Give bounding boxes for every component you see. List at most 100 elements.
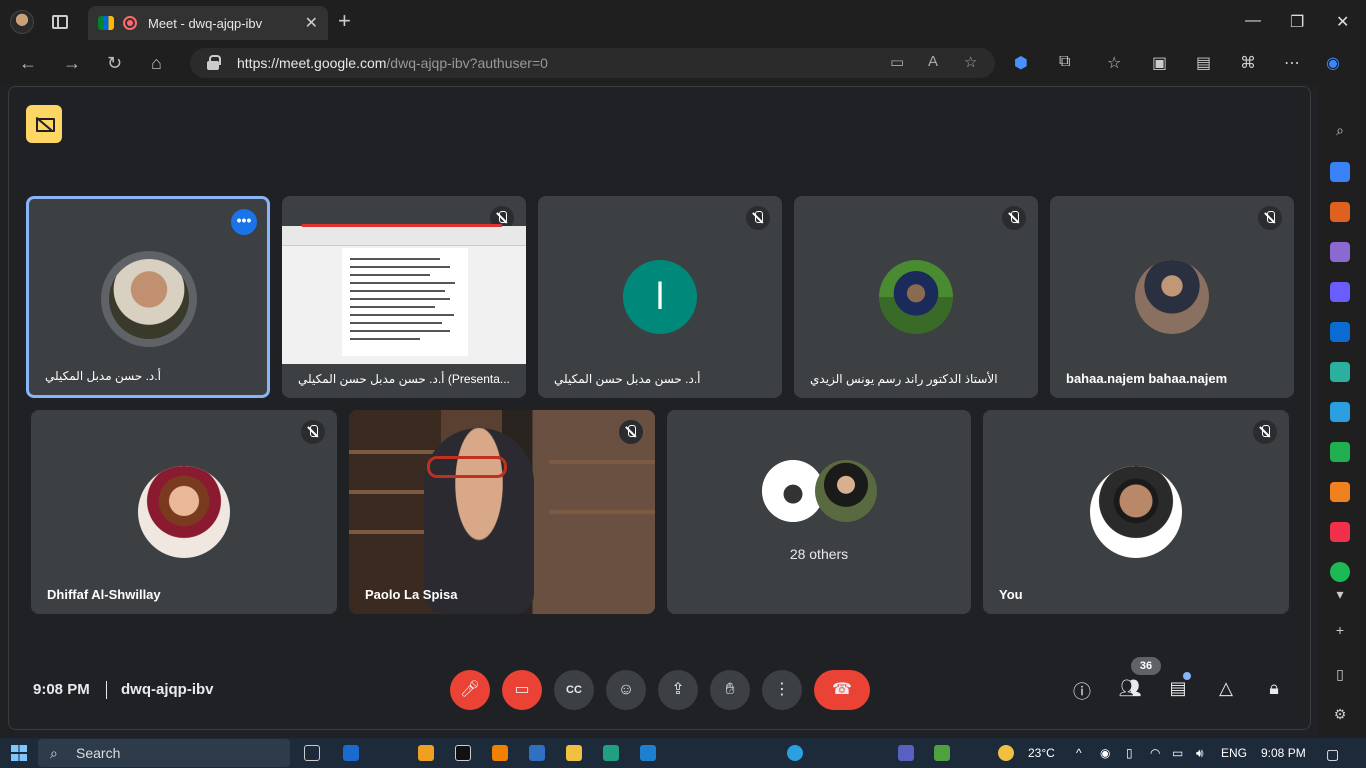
close-window-icon[interactable]: ✕ <box>1336 12 1349 32</box>
telegram-icon[interactable] <box>787 745 803 761</box>
photos-icon[interactable] <box>934 745 950 761</box>
spotify-icon[interactable] <box>1330 562 1350 582</box>
tab-meet[interactable]: Meet - dwq-ajqp-ibv ✕ <box>88 6 328 40</box>
notification-icon[interactable]: ▢ <box>1326 746 1339 763</box>
volume-icon[interactable]: 🔊︎ <box>1196 746 1204 761</box>
meeting-controls: 9:08 PM dwq-ajqp-ibv 🎤︎ ▭ CC ☺ ⇪ ✋︎ ⋮ ☎︎… <box>9 647 1310 729</box>
pycharm-icon[interactable] <box>455 745 471 761</box>
input-language[interactable]: ENG <box>1221 746 1247 760</box>
extensions-icon[interactable]: ⧉ <box>1059 53 1070 71</box>
raise-hand-button[interactable]: ✋︎ <box>710 670 750 710</box>
meet-share-icon[interactable]: ▯ <box>1126 746 1133 760</box>
camera-icon[interactable]: ▭ <box>890 53 904 71</box>
shopping-icon[interactable] <box>1330 162 1350 182</box>
profile-avatar[interactable] <box>10 10 34 34</box>
tools-icon[interactable] <box>1330 202 1350 222</box>
search-icon[interactable]: ⌕ <box>1330 120 1350 140</box>
maximize-icon[interactable]: ❐ <box>1290 12 1304 32</box>
outlook-icon[interactable] <box>1330 322 1350 342</box>
participant-tile-presentation[interactable]: أ.د. حسن مدبل حسن المكيلي (Presenta... <box>282 196 526 398</box>
collections-icon[interactable]: ▣ <box>1152 53 1167 73</box>
activities-icon[interactable]: △ <box>1214 678 1238 699</box>
app-icon[interactable] <box>898 745 914 761</box>
copilot-icon[interactable]: ◉ <box>1326 53 1340 73</box>
read-aloud-icon[interactable]: A <box>928 53 938 70</box>
meet-favicon-icon <box>98 16 114 30</box>
others-tile[interactable]: 28 others <box>667 410 971 614</box>
mic-off-icon <box>1253 420 1277 444</box>
sidebar-toggle-icon[interactable]: ▯ <box>1330 664 1350 684</box>
share-icon[interactable]: ⌘ <box>1240 53 1256 73</box>
url-text[interactable]: https://meet.google.com/dwq-ajqp-ibv?aut… <box>237 55 548 71</box>
mic-toggle-button[interactable]: 🎤︎ <box>450 670 490 710</box>
taskbar-clock[interactable]: 9:08 PM <box>1261 746 1306 760</box>
more-options-button[interactable]: ••• <box>231 209 257 235</box>
avatar <box>815 460 877 522</box>
participant-tile[interactable]: bahaa.najem bahaa.najem <box>1050 196 1294 398</box>
windows-taskbar: ⌕ Search 23°C ^ ◉ ▯ ◠ ▭ 🔊︎ ENG 9:08 PM ▢ <box>0 738 1366 768</box>
microsoft365-icon[interactable] <box>1330 282 1350 302</box>
tab-actions-icon[interactable] <box>52 15 68 29</box>
deezer-icon[interactable] <box>1330 482 1350 502</box>
video-off-notice-icon[interactable] <box>26 105 62 143</box>
more-options-button[interactable]: ⋮ <box>762 670 802 710</box>
meeting-details-icon[interactable]: ⓘ <box>1070 678 1094 704</box>
participant-tile[interactable]: الأستاذ الدكتور راند رسم يونس الزيدي <box>794 196 1038 398</box>
chevron-up-icon[interactable]: ^ <box>1076 746 1082 760</box>
designer-icon[interactable] <box>1330 362 1350 382</box>
files-icon[interactable] <box>418 745 434 761</box>
present-button[interactable]: ⇪ <box>658 670 698 710</box>
edge-icon[interactable] <box>603 745 619 761</box>
vlc-icon[interactable] <box>492 745 508 761</box>
forward-icon[interactable]: → <box>63 53 81 74</box>
participant-tile[interactable]: ا أ.د. حسن مدبل حسن المكيلي <box>538 196 782 398</box>
record-icon[interactable]: ◉ <box>1100 746 1110 760</box>
settings-more-icon[interactable]: ⋯ <box>1284 53 1300 73</box>
wifi-icon[interactable]: ◠ <box>1150 746 1160 760</box>
weather-icon[interactable] <box>998 745 1014 761</box>
minimize-icon[interactable]: — <box>1245 12 1261 30</box>
performance-icon[interactable]: ▤ <box>1196 53 1211 73</box>
gear-icon[interactable]: ⚙ <box>1330 704 1350 724</box>
music-icon[interactable] <box>1330 522 1350 542</box>
leave-call-button[interactable]: ☎︎ <box>814 670 870 710</box>
close-tab-icon[interactable]: ✕ <box>305 13 318 33</box>
chat-icon[interactable]: ▤ <box>1166 678 1190 699</box>
task-view-icon[interactable] <box>304 745 320 761</box>
file-explorer-icon[interactable] <box>566 745 582 761</box>
people-icon[interactable]: 👥︎ <box>1118 678 1142 699</box>
taskbar-search[interactable]: ⌕ Search <box>38 739 290 767</box>
tree-icon[interactable] <box>1330 442 1350 462</box>
participant-tile[interactable]: Dhiffaf Al-Shwillay <box>31 410 337 614</box>
address-bar[interactable]: https://meet.google.com/dwq-ajqp-ibv?aut… <box>190 48 995 78</box>
weather-temp[interactable]: 23°C <box>1028 746 1055 760</box>
shield-icon[interactable]: ⬢ <box>1014 53 1028 73</box>
avatar <box>1090 466 1182 558</box>
edge-dev-icon[interactable] <box>640 745 656 761</box>
camera-toggle-button[interactable]: ▭ <box>502 670 542 710</box>
new-tab-icon[interactable]: + <box>338 10 351 32</box>
participant-tile-video[interactable]: Paolo La Spisa <box>349 410 655 614</box>
avatar <box>138 466 230 558</box>
add-favorite-icon[interactable]: ☆ <box>964 53 977 71</box>
participant-name: You <box>999 587 1023 602</box>
captions-button[interactable]: CC <box>554 670 594 710</box>
refresh-icon[interactable]: ↻ <box>107 53 122 74</box>
chevron-down-icon[interactable]: ▾ <box>1330 584 1350 604</box>
favorites-icon[interactable]: ☆ <box>1107 53 1121 73</box>
add-icon[interactable]: + <box>1330 620 1350 640</box>
lock-icon[interactable] <box>207 55 221 70</box>
reactions-button[interactable]: ☺ <box>606 670 646 710</box>
back-icon[interactable]: ← <box>19 53 37 74</box>
app-icon[interactable] <box>529 745 545 761</box>
host-controls-icon[interactable]: 🔒︎ <box>1262 678 1286 699</box>
telegram-icon[interactable] <box>1330 402 1350 422</box>
battery-icon[interactable]: ▭ <box>1172 746 1183 760</box>
mic-off-icon <box>1258 206 1282 230</box>
mail-icon[interactable] <box>343 745 359 761</box>
participant-tile[interactable]: ••• أ.د. حسن مدبل المكيلي <box>26 196 270 398</box>
home-icon[interactable]: ⌂ <box>151 53 162 74</box>
windows-start-icon[interactable] <box>11 745 27 761</box>
self-tile[interactable]: You <box>983 410 1289 614</box>
games-icon[interactable] <box>1330 242 1350 262</box>
